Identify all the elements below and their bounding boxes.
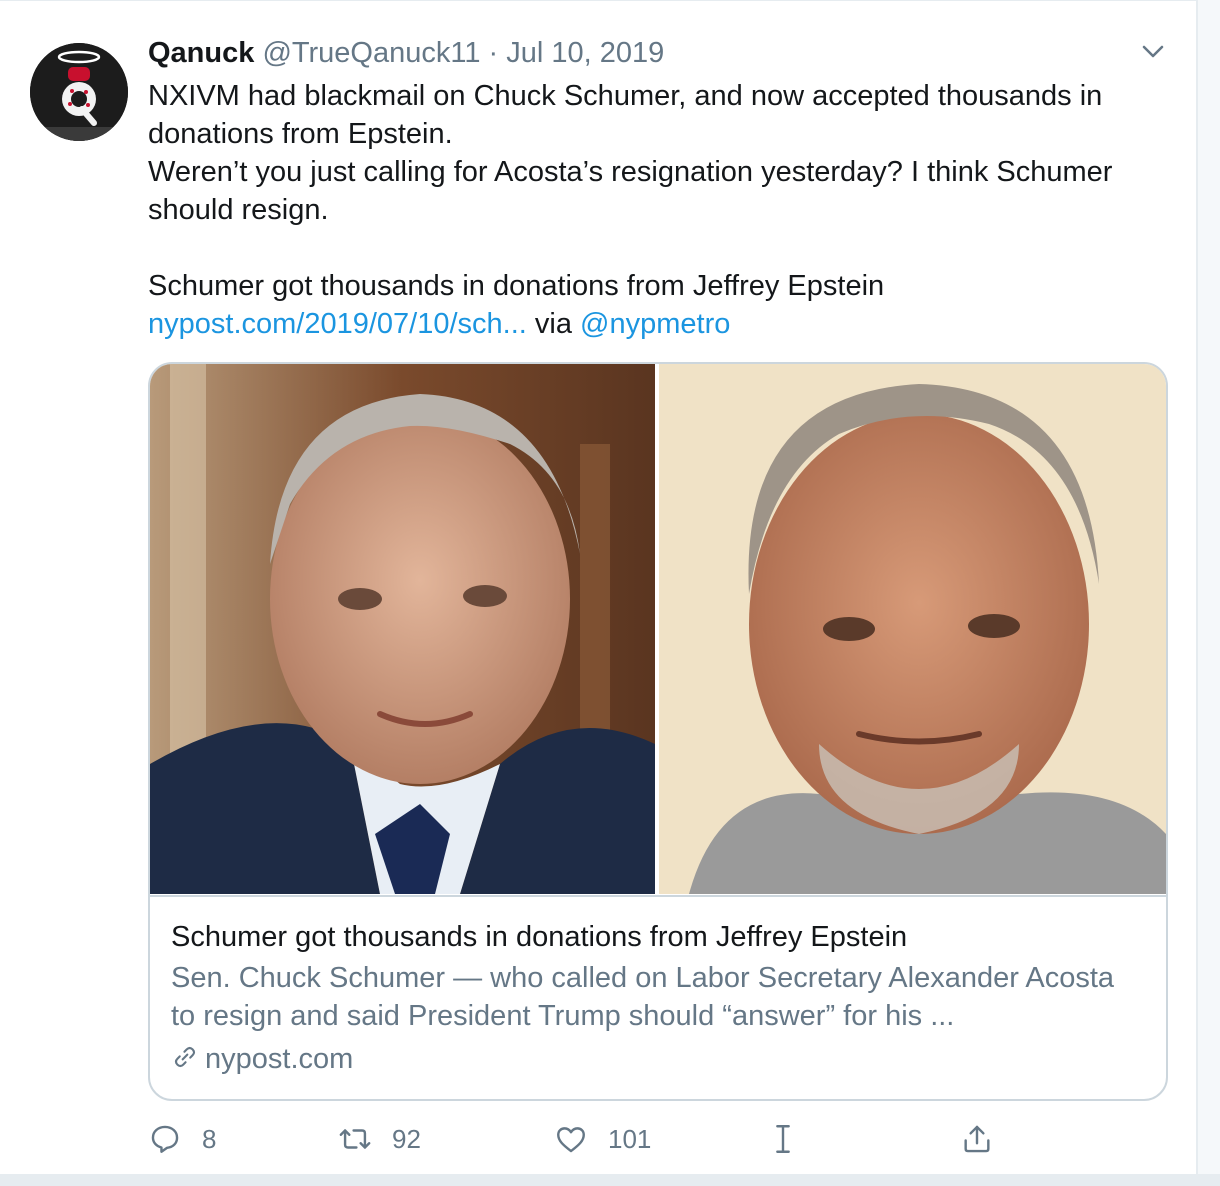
tweet-header: Qanuck @TrueQanuck11 · Jul 10, 2019 <box>148 35 664 71</box>
photo-left <box>150 364 655 894</box>
card-title[interactable]: Schumer got thousands in donations from … <box>171 919 907 955</box>
article-link[interactable]: nypost.com/2019/07/10/sch... <box>148 308 527 340</box>
link-icon <box>174 1046 196 1068</box>
retweet-count: 92 <box>392 1123 421 1154</box>
page-margin <box>1198 0 1220 1186</box>
photo-right <box>659 364 1166 894</box>
card-image[interactable] <box>150 364 1166 894</box>
reply-count: 8 <box>202 1123 217 1154</box>
retweet-icon <box>339 1129 371 1149</box>
chevron-down-icon[interactable] <box>1138 37 1168 67</box>
tweet-text: NXIVM had blackmail on Chuck Schumer, an… <box>148 77 1178 343</box>
via-mention[interactable]: @nypmetro <box>580 308 730 340</box>
share-button[interactable] <box>960 1119 994 1159</box>
reply-button[interactable]: 8 <box>148 1119 216 1159</box>
share-text: Schumer got thousands in donations from … <box>148 270 885 302</box>
card-meta[interactable]: Schumer got thousands in donations from … <box>150 895 1166 1099</box>
link-card[interactable]: Schumer got thousands in donations from … <box>148 362 1168 1101</box>
display-name[interactable]: Qanuck <box>148 37 254 69</box>
user-handle[interactable]: @TrueQanuck11 <box>262 37 480 69</box>
like-count: 101 <box>608 1123 652 1154</box>
reply-icon <box>151 1125 179 1153</box>
avatar[interactable] <box>30 43 128 141</box>
share-link-line: nypost.com/2019/07/10/sch... via @nypmet… <box>148 305 1178 343</box>
retweet-button[interactable]: 92 <box>338 1119 421 1159</box>
text-cursor-icon <box>776 1125 790 1153</box>
text-cursor <box>766 1119 800 1159</box>
tweet-date[interactable]: Jul 10, 2019 <box>506 37 664 69</box>
page-bottom-margin <box>0 1174 1220 1186</box>
share-icon <box>964 1125 990 1153</box>
separator-dot: · <box>488 37 499 69</box>
tweet-line-2: Weren’t you just calling for Acosta’s re… <box>148 156 1113 226</box>
avatar-q-logo <box>30 43 128 141</box>
card-description: Sen. Chuck Schumer — who called on Labor… <box>171 962 1115 1032</box>
like-icon <box>557 1127 585 1153</box>
tweet[interactable]: Qanuck @TrueQanuck11 · Jul 10, 2019 NXIV… <box>0 0 1198 1175</box>
like-button[interactable]: 101 <box>554 1119 651 1159</box>
via-text: via <box>526 308 581 340</box>
card-domain[interactable]: nypost.com <box>171 1041 353 1077</box>
tweet-actions: 8 92 101 <box>148 1119 1178 1159</box>
card-domain-text: nypost.com <box>205 1043 354 1075</box>
tweet-line-1: NXIVM had blackmail on Chuck Schumer, an… <box>148 80 1103 150</box>
